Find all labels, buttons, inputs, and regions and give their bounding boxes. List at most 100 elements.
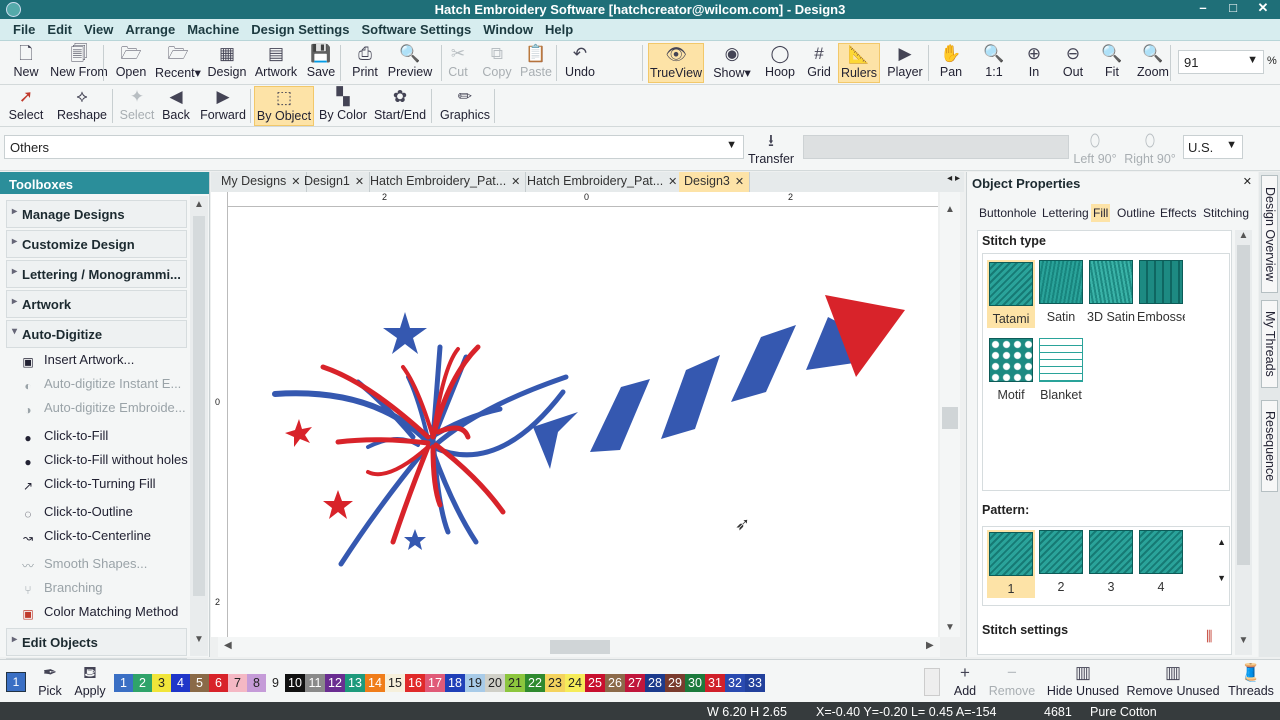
doc-tab-my-designs[interactable]: My Designs ✕: [216, 172, 307, 192]
zoom-button[interactable]: 🔍 Zoom: [1132, 43, 1174, 83]
canvas-horizontal-scrollbar[interactable]: ◀ ▶: [218, 637, 940, 657]
props-tab-lettering[interactable]: Lettering: [1040, 204, 1091, 222]
props-tab-fill[interactable]: Fill: [1091, 204, 1111, 222]
color-swatch-28[interactable]: 28: [645, 674, 665, 692]
toolbox-item-click-to-fill[interactable]: ● Click-to-Fill: [6, 424, 187, 448]
grid-button[interactable]: # Grid: [804, 43, 834, 83]
cut-button[interactable]: ✂ Cut: [444, 43, 472, 83]
scroll-right-icon[interactable]: ▶: [926, 640, 934, 651]
close-button[interactable]: ✕: [1248, 0, 1278, 19]
save-button[interactable]: 💾 Save: [302, 43, 340, 83]
color-swatch-11[interactable]: 11: [305, 674, 325, 692]
pattern-1[interactable]: 1: [987, 530, 1035, 598]
color-swatch-27[interactable]: 27: [625, 674, 645, 692]
player-button[interactable]: ▶ Player: [884, 43, 926, 83]
remove-unused-button[interactable]: ▥ Remove Unused: [1124, 662, 1222, 698]
color-swatch-12[interactable]: 12: [325, 674, 345, 692]
artwork-button[interactable]: ▤ Artwork: [252, 43, 300, 83]
apply-button[interactable]: ⛾ Apply: [70, 662, 110, 698]
doc-tab-hatch-embroidery-pat[interactable]: Hatch Embroidery_Pat... ✕: [365, 172, 527, 192]
hoop-button[interactable]: ◯ Hoop: [760, 43, 800, 83]
props-tab-stitching[interactable]: Stitching: [1201, 204, 1251, 222]
color-swatch-20[interactable]: 20: [485, 674, 505, 692]
menu-arrange[interactable]: Arrange: [119, 19, 181, 37]
close-icon[interactable]: ✕: [735, 176, 744, 188]
preview-button[interactable]: 🔍 Preview: [386, 43, 434, 83]
firework-design[interactable]: [228, 207, 938, 637]
back-button[interactable]: ◀ Back: [158, 86, 194, 126]
color-swatch-1[interactable]: 1: [114, 674, 133, 692]
close-icon[interactable]: ✕: [355, 176, 364, 188]
color-swatch-4[interactable]: 4: [171, 674, 190, 692]
scroll-down-icon[interactable]: ▼: [1217, 573, 1226, 583]
pattern-2[interactable]: 2: [1037, 530, 1085, 594]
close-icon[interactable]: ✕: [1243, 175, 1252, 188]
menu-window[interactable]: Window: [477, 19, 539, 37]
palette-scroll[interactable]: [924, 668, 940, 696]
canvas-vertical-scrollbar[interactable]: ▲ ▼: [940, 192, 960, 637]
toolbox-scrollbar[interactable]: ▲ ▼: [190, 196, 208, 656]
hide-unused-button[interactable]: ▥ Hide Unused: [1044, 662, 1122, 698]
color-swatch-9[interactable]: 9: [266, 674, 285, 692]
pan-button[interactable]: ✋ Pan: [932, 43, 970, 83]
doc-tab-design3[interactable]: Design3 ✕: [679, 172, 751, 192]
fit-button[interactable]: 🔍 Fit: [1096, 43, 1128, 83]
show-button[interactable]: ◉ Show▾: [710, 43, 754, 83]
reshape-button[interactable]: ⟡ Reshape: [56, 86, 108, 126]
menu-help[interactable]: Help: [539, 19, 579, 37]
toolbox-item-click-to-fill-without-holes[interactable]: ● Click-to-Fill without holes: [6, 448, 187, 472]
threads-button[interactable]: 🧵 Threads: [1226, 662, 1276, 698]
start-end-button[interactable]: ✿ Start/End: [370, 86, 430, 126]
out-button[interactable]: ⊖ Out: [1054, 43, 1092, 83]
units-dropdown[interactable]: U.S. ▼: [1183, 135, 1243, 159]
design-canvas[interactable]: ➶: [228, 207, 938, 637]
color-swatch-16[interactable]: 16: [405, 674, 425, 692]
color-swatch-33[interactable]: 33: [745, 674, 765, 692]
close-icon[interactable]: ✕: [668, 176, 677, 188]
graphics-button[interactable]: ✏ Graphics: [436, 86, 494, 126]
color-swatch-22[interactable]: 22: [525, 674, 545, 692]
recent-button[interactable]: 🗁 Recent▾: [154, 43, 202, 83]
stitch-type-satin[interactable]: Satin: [1037, 260, 1085, 324]
design-button[interactable]: ▦ Design: [204, 43, 250, 83]
color-swatch-7[interactable]: 7: [228, 674, 247, 692]
in-button[interactable]: ⊕ In: [1016, 43, 1052, 83]
scroll-thumb[interactable]: [550, 640, 610, 654]
stitch-type-tatami[interactable]: Tatami: [987, 260, 1035, 328]
scroll-up-icon[interactable]: ▲: [190, 199, 208, 210]
rotate-right-90-button[interactable]: ⬯ Right 90°: [1123, 130, 1177, 166]
current-color-swatch[interactable]: 1: [6, 672, 26, 692]
color-swatch-24[interactable]: 24: [565, 674, 585, 692]
rulers-button[interactable]: 📐 Rulers: [838, 43, 880, 83]
props-tab-effects[interactable]: Effects: [1158, 204, 1198, 222]
stitch-type-blanket[interactable]: Blanket: [1037, 338, 1085, 402]
zoom-actual-button[interactable]: 🔍 1:1: [976, 43, 1012, 83]
color-swatch-13[interactable]: 13: [345, 674, 365, 692]
scroll-up-icon[interactable]: ▲: [1217, 537, 1226, 547]
maximize-button[interactable]: □: [1218, 0, 1248, 19]
toolbox-item-branching[interactable]: ⑂ Branching: [6, 576, 187, 600]
color-swatch-14[interactable]: 14: [365, 674, 385, 692]
select-button[interactable]: ✦ Select: [116, 86, 158, 126]
remove-color-button[interactable]: − Remove: [986, 662, 1038, 698]
color-swatch-32[interactable]: 32: [725, 674, 745, 692]
menu-file[interactable]: File: [0, 19, 41, 37]
scroll-left-icon[interactable]: ◀: [224, 640, 232, 651]
rotate-left-90-button[interactable]: ⬯ Left 90°: [1071, 130, 1119, 166]
tab-scroll-arrows-icon[interactable]: ◂ ▸: [947, 173, 960, 184]
by-color-button[interactable]: ▚ By Color: [316, 86, 370, 126]
undo-button[interactable]: ↶ Undo: [560, 43, 600, 83]
color-swatch-21[interactable]: 21: [505, 674, 525, 692]
stitch-type-3d-satin[interactable]: 3D Satin: [1087, 260, 1135, 324]
zoom-level-dropdown[interactable]: 91 ▼: [1178, 50, 1264, 74]
props-tab-buttonhole[interactable]: Buttonhole: [977, 204, 1038, 222]
stitch-type-motif[interactable]: Motif: [987, 338, 1035, 402]
doc-tab-hatch-embroidery-pat[interactable]: Hatch Embroidery_Pat... ✕: [522, 172, 684, 192]
color-swatch-15[interactable]: 15: [385, 674, 405, 692]
toolbox-group-customize-design[interactable]: Customize Design: [6, 230, 187, 258]
menu-machine[interactable]: Machine: [181, 19, 245, 37]
toolbox-group-manage-designs[interactable]: Manage Designs: [6, 200, 187, 228]
new-button[interactable]: 🗋 New: [6, 43, 46, 83]
color-swatch-6[interactable]: 6: [209, 674, 228, 692]
toolbox-group-edit-objects[interactable]: Edit Objects: [6, 628, 187, 656]
